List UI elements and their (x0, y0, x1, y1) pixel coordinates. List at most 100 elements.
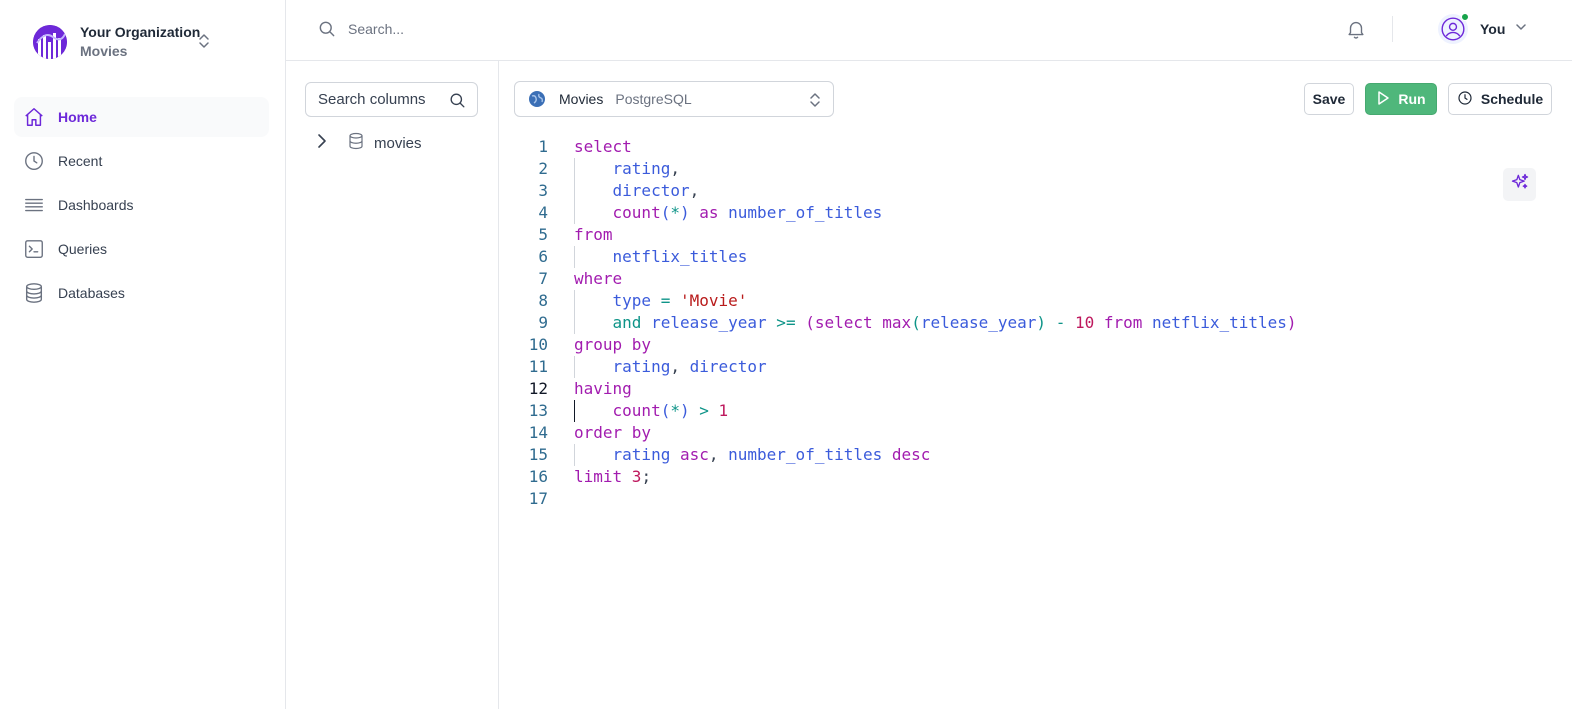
code-token: ) (1036, 313, 1047, 332)
sidebar-item-home[interactable]: Home (14, 97, 269, 137)
home-icon (23, 106, 45, 128)
code-text: from (574, 224, 613, 246)
code-text: count(*) as number_of_titles (574, 202, 883, 224)
sidebar-item-recent[interactable]: Recent (14, 141, 269, 181)
sidebar-nav: Home Recent Dashboards Queries Databases (14, 97, 269, 317)
database-icon (23, 282, 45, 304)
code-token: and (612, 313, 642, 332)
user-menu[interactable]: You (1438, 13, 1527, 45)
code-token: limit (574, 467, 632, 486)
sidebar-item-label: Recent (58, 153, 103, 169)
tree-item-movies[interactable]: movies (315, 131, 422, 155)
code-line[interactable]: 3 director, (499, 180, 1499, 202)
code-token: count (612, 401, 661, 420)
code-line[interactable]: 5 from (499, 224, 1499, 246)
database-engine: PostgreSQL (615, 91, 692, 107)
sql-editor[interactable]: 1 select 2 rating, 3 director, 4 count(*) as… (499, 136, 1499, 536)
clock-icon (1457, 90, 1473, 109)
code-line[interactable]: 8 type = 'Movie' (499, 290, 1499, 312)
terminal-icon (23, 238, 45, 260)
ai-assist-button[interactable] (1503, 168, 1536, 201)
code-line[interactable]: 15 rating asc, number_of_titles desc (499, 444, 1499, 466)
tree-item-label: movies (374, 134, 422, 152)
line-number: 6 (538, 247, 548, 266)
schedule-label: Schedule (1480, 91, 1544, 107)
code-line[interactable]: 2 rating, (499, 158, 1499, 180)
code-token: release_year (920, 313, 1037, 332)
line-number: 3 (538, 181, 548, 200)
code-line[interactable]: 7 where (499, 268, 1499, 290)
user-name: You (1480, 21, 1506, 37)
code-token: director (612, 181, 690, 200)
menu-lines-icon (23, 194, 45, 216)
code-token: 1 (718, 401, 729, 420)
code-line[interactable]: 16 limit 3; (499, 466, 1499, 488)
code-line[interactable]: 6 netflix_titles (499, 246, 1499, 268)
code-line[interactable]: 1 select (499, 136, 1499, 158)
top-bar: You (286, 0, 1572, 61)
bell-icon[interactable] (1345, 17, 1367, 46)
code-text: rating, (574, 158, 680, 180)
code-line[interactable]: 17 (499, 488, 1499, 510)
code-token: max (882, 313, 912, 332)
sidebar-item-label: Queries (58, 241, 108, 257)
code-token: ( (660, 401, 671, 420)
code-token: ) (1286, 313, 1297, 332)
code-token: release_year (651, 313, 767, 332)
sidebar-item-queries[interactable]: Queries (14, 229, 269, 269)
code-text: rating asc, number_of_titles desc (574, 444, 931, 466)
code-token: select (574, 137, 632, 156)
database-icon (347, 132, 365, 155)
sparkles-icon (1510, 172, 1530, 197)
code-token: , (708, 445, 729, 464)
code-line[interactable]: 12 having (499, 378, 1499, 400)
code-line[interactable]: 10 group by (499, 334, 1499, 356)
code-token: = (651, 291, 680, 310)
schedule-button[interactable]: Schedule (1448, 83, 1552, 115)
code-line[interactable]: 14 order by (499, 422, 1499, 444)
line-number: 10 (528, 335, 548, 354)
code-text: group by (574, 334, 651, 356)
database-name: Movies (559, 91, 604, 107)
chevron-updown-icon (198, 31, 210, 56)
chevron-updown-icon (809, 91, 821, 114)
global-search-input[interactable] (348, 18, 848, 40)
database-select[interactable]: Movies PostgreSQL (514, 81, 834, 117)
code-token: 10 (1074, 313, 1095, 332)
code-line[interactable]: 4 count(*) as number_of_titles (499, 202, 1499, 224)
code-token: from (1094, 313, 1153, 332)
org-switcher[interactable]: Your Organization Movies (33, 22, 233, 62)
code-line[interactable]: 13 count(*) > 1 (499, 400, 1499, 422)
code-token: asc (670, 445, 709, 464)
play-icon (1376, 90, 1390, 109)
code-token: group by (574, 335, 652, 354)
column-search-input[interactable] (318, 91, 442, 108)
line-number: 14 (528, 423, 548, 442)
run-button[interactable]: Run (1365, 83, 1437, 115)
schema-panel: movies (286, 61, 499, 709)
code-token: * (670, 203, 680, 222)
search-icon[interactable] (448, 91, 467, 115)
code-token: as (689, 203, 729, 222)
sidebar-item-dashboards[interactable]: Dashboards (14, 185, 269, 225)
search-icon (317, 19, 337, 44)
line-number: 13 (528, 401, 548, 420)
chevron-right-icon[interactable] (315, 133, 329, 154)
sidebar-item-databases[interactable]: Databases (14, 273, 269, 313)
save-button[interactable]: Save (1304, 83, 1354, 115)
code-token: number_of_titles (728, 203, 883, 222)
avatar (1438, 13, 1469, 44)
sidebar: Your Organization Movies Home Recent Das… (0, 0, 286, 709)
code-token: rating (612, 445, 671, 464)
code-line[interactable]: 9 and release_year >= (select max(releas… (499, 312, 1499, 334)
code-token: , (689, 181, 700, 200)
line-number: 1 (538, 137, 548, 156)
code-line[interactable]: 11 rating, director (499, 356, 1499, 378)
code-token: ( (660, 203, 671, 222)
line-number: 2 (538, 159, 548, 178)
code-token: type (612, 291, 652, 310)
code-text: rating, director (574, 356, 767, 378)
code-token: ) (679, 401, 690, 420)
org-name: Your Organization (80, 24, 201, 40)
